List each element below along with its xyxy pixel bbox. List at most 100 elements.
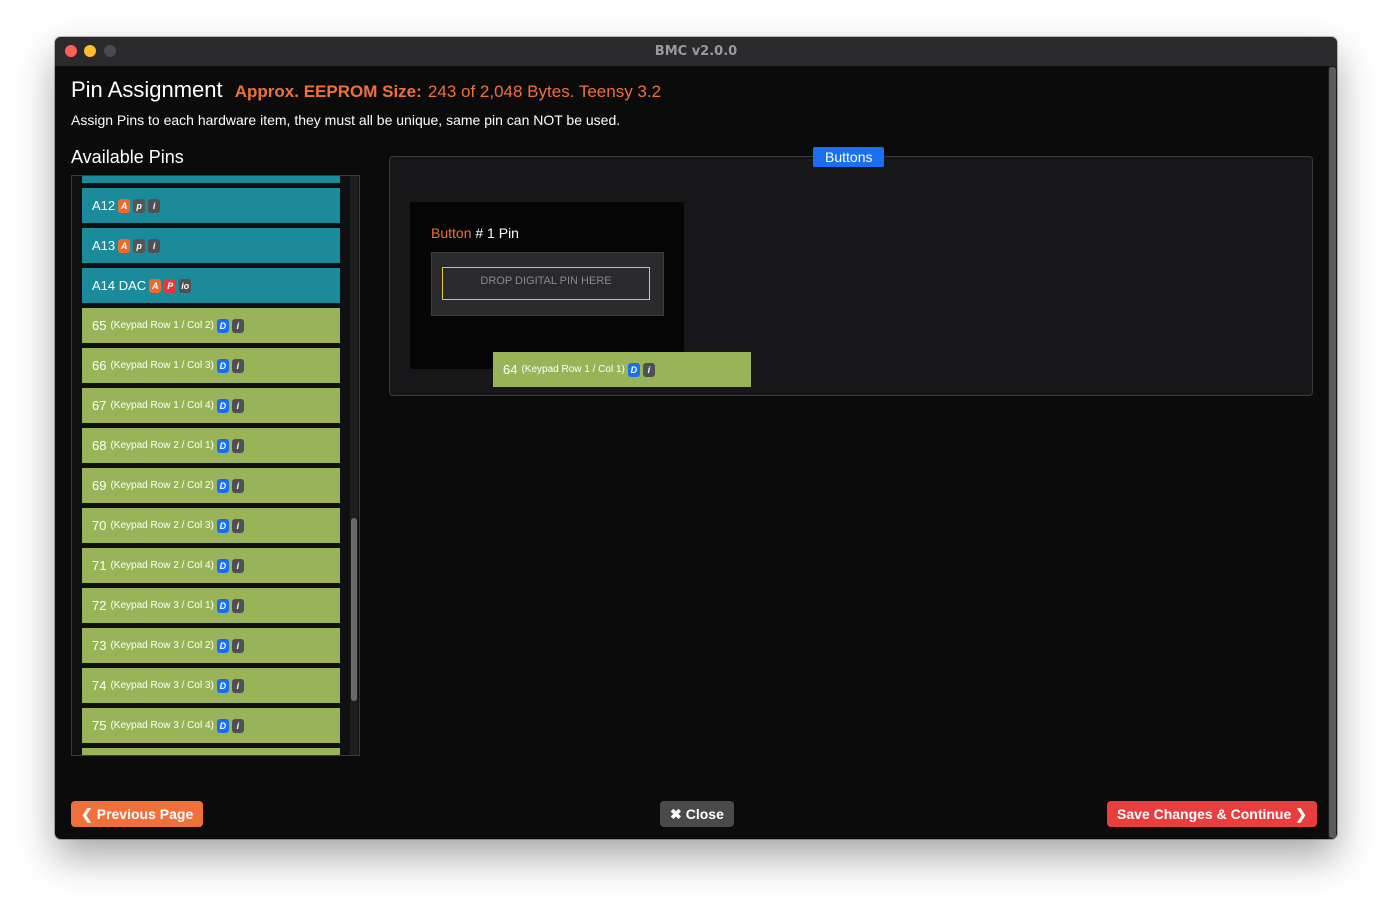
digital-badge: D (216, 638, 229, 653)
pin-number: A13 (92, 238, 116, 253)
interrupt-badge: i (148, 238, 161, 253)
pin-number: 66 (92, 358, 107, 373)
chevron-left-icon: ❮ (81, 806, 93, 822)
pin-item[interactable]: 69 (Keypad Row 2 / Col 2) Di (82, 468, 340, 503)
analog-badge: A (149, 278, 162, 293)
pin-number: A14 DAC (92, 278, 147, 293)
interrupt-badge: i (231, 638, 244, 653)
pin-item[interactable]: 67 (Keypad Row 1 / Col 4) Di (82, 388, 340, 423)
previous-page-button[interactable]: ❮ Previous Page (71, 801, 204, 827)
pin-item[interactable]: 65 (Keypad Row 1 / Col 2) Di (82, 308, 340, 343)
drop-zone-container: DROP DIGITAL PIN HERE (431, 252, 664, 316)
pwm-badge: p (133, 238, 146, 253)
eeprom-value: 243 of 2,048 Bytes. Teensy 3.2 (427, 82, 662, 101)
pin-description: (Keypad Row 2 / Col 1) (110, 440, 214, 451)
pin-description: (Keypad Row 3 / Col 1) (110, 600, 214, 611)
title-bar: BMC v2.0.0 (55, 37, 1337, 67)
digital-badge: D (216, 718, 229, 733)
pin-description: (Keypad Row 3 / Col 4) (110, 720, 214, 731)
interrupt-badge: i (231, 358, 244, 373)
close-icon: ✖ (670, 806, 682, 822)
pin-number: 70 (92, 518, 107, 533)
digital-badge: D (216, 358, 229, 373)
pin-description: (Keypad Row 3 / Col 3) (110, 680, 214, 691)
digital-badge: D (216, 398, 229, 413)
pin-item[interactable]: 72 (Keypad Row 3 / Col 1) Di (82, 588, 340, 623)
pin-item[interactable]: A13 Ap i (82, 228, 340, 263)
available-pins-title: Available Pins (71, 147, 184, 167)
window-title: BMC v2.0.0 (654, 44, 738, 59)
digital-badge: D (216, 518, 229, 533)
pin-number: 71 (92, 558, 107, 573)
interrupt-badge: i (231, 718, 244, 733)
save-continue-button[interactable]: Save Changes & Continue ❯ (1107, 801, 1317, 827)
page-subtitle: Assign Pins to each hardware item, they … (71, 112, 621, 128)
pin-item[interactable]: 75 (Keypad Row 3 / Col 4) Di (82, 708, 340, 743)
available-pins-list[interactable]: A12 Ap i A13 Ap i A14 DAC A Pio 65 (Keypad Row 1 /… (71, 175, 360, 756)
page-heading: Pin Assignment Approx. EEPROM Size: 243 … (71, 77, 661, 103)
digital-badge: D (216, 438, 229, 453)
pin-item[interactable]: 68 (Keypad Row 2 / Col 1) Di (82, 428, 340, 463)
digital-badge: D (216, 318, 229, 333)
interrupt-badge: i (231, 398, 244, 413)
pin-item[interactable]: 73 (Keypad Row 3 / Col 2) Di (82, 628, 340, 663)
pin-number: 75 (92, 718, 107, 733)
pin-number: 64 (503, 362, 518, 377)
digital-badge: D (216, 478, 229, 493)
interrupt-badge: i (642, 362, 655, 377)
pin-list-scroll-thumb[interactable] (351, 518, 357, 701)
analog-badge: A (118, 198, 131, 213)
digital-badge: D (627, 362, 640, 377)
window-scrollbar[interactable] (1328, 66, 1337, 839)
pin-item[interactable]: A12 Ap i (82, 188, 340, 223)
app-window: BMC v2.0.0 Pin Assignment Approx. EEPROM… (55, 37, 1337, 839)
pwm-badge: p (133, 198, 146, 213)
button-1-title: Button # 1 Pin (431, 225, 519, 241)
pin-description: (Keypad Row 1 / Col 3) (110, 360, 214, 371)
window-scroll-thumb[interactable] (1329, 67, 1336, 838)
pin-number: 65 (92, 318, 107, 333)
pin-list-scrollbar[interactable] (350, 176, 358, 755)
analog-badge: A (118, 238, 131, 253)
pin-item[interactable]: 66 (Keypad Row 1 / Col 3) Di (82, 348, 340, 383)
interrupt-badge: i (231, 678, 244, 693)
interrupt-badge: i (231, 478, 244, 493)
previous-page-label: Previous Page (96, 806, 194, 822)
pin-number: 74 (92, 678, 107, 693)
interrupt-badge: i (231, 598, 244, 613)
close-label: Close (685, 806, 724, 822)
pin-number: 68 (92, 438, 107, 453)
pwm-badge: P (164, 278, 177, 293)
pin-item[interactable]: A14 DAC A Pio (82, 268, 340, 303)
interrupt-badge: i (231, 318, 244, 333)
digital-badge: D (216, 598, 229, 613)
interrupt-badge: i (231, 438, 244, 453)
pin-item[interactable]: 70 (Keypad Row 2 / Col 3) Di (82, 508, 340, 543)
chevron-right-icon: ❯ (1295, 806, 1307, 822)
dragged-pin-item[interactable]: 64 (Keypad Row 1 / Col 1) D i (493, 352, 751, 387)
close-button[interactable]: ✖ Close (660, 801, 734, 827)
page-title: Pin Assignment (71, 77, 223, 102)
pin-number: 69 (92, 478, 107, 493)
pin-item[interactable]: 74 (Keypad Row 3 / Col 3) Di (82, 668, 340, 703)
pin-number: A12 (92, 198, 116, 213)
pin-item[interactable]: 71 (Keypad Row 2 / Col 4) Di (82, 548, 340, 583)
pin-number: 73 (92, 638, 107, 653)
pin-description: (Keypad Row 2 / Col 3) (110, 520, 214, 531)
button-label: Button (431, 225, 472, 241)
pin-description: (Keypad Row 1 / Col 1) (521, 364, 625, 375)
pin-number: 72 (92, 598, 107, 613)
pin-description: (Keypad Row 2 / Col 4) (110, 560, 214, 571)
pin-item-partial (82, 748, 340, 755)
button-number-label: # 1 Pin (475, 225, 519, 241)
button-1-card: Button # 1 Pin DROP DIGITAL PIN HERE (410, 202, 684, 369)
buttons-legend: Buttons (813, 147, 885, 167)
pin-item-partial (82, 176, 340, 183)
interrupt-badge: i (148, 198, 161, 213)
pin-description: (Keypad Row 1 / Col 2) (110, 320, 214, 331)
pin-description: (Keypad Row 3 / Col 2) (110, 640, 214, 651)
digital-badge: D (216, 678, 229, 693)
save-label: Save Changes & Continue (1117, 806, 1292, 822)
pin-description: (Keypad Row 1 / Col 4) (110, 400, 214, 411)
drop-digital-pin-zone[interactable]: DROP DIGITAL PIN HERE (442, 267, 650, 300)
